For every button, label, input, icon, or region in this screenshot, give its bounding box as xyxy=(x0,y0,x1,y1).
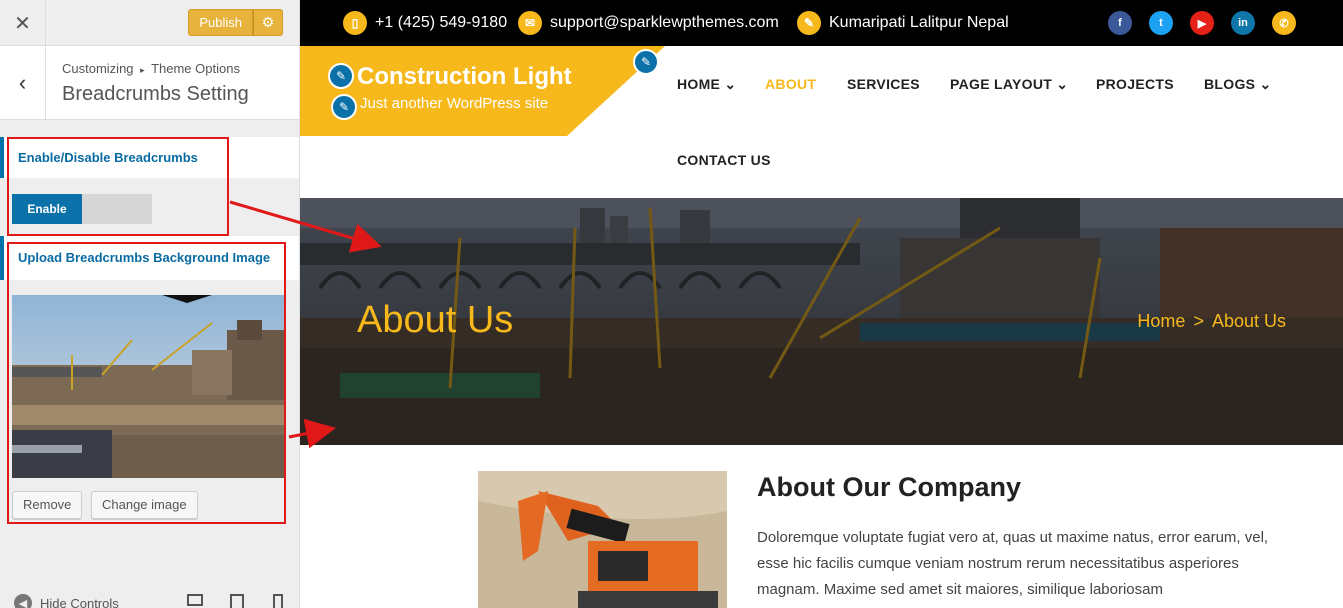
enable-breadcrumbs-label: Enable/Disable Breadcrumbs xyxy=(18,150,198,165)
customizer-footer: ◀ Hide Controls xyxy=(0,588,299,608)
topbar-address: ✎ Kumaripati Lalitpur Nepal xyxy=(797,11,1009,35)
youtube-icon[interactable]: ▶ xyxy=(1190,11,1214,35)
topbar-email[interactable]: ✉ support@sparklewpthemes.com xyxy=(518,11,779,35)
enable-breadcrumbs-control: Enable/Disable Breadcrumbs xyxy=(0,137,299,178)
nav-page-layout[interactable]: PAGE LAYOUT ⌄ xyxy=(950,76,1068,93)
banner-title: About Us xyxy=(357,299,514,341)
close-icon[interactable]: ✕ xyxy=(0,0,46,46)
facebook-icon[interactable]: f xyxy=(1108,11,1132,35)
chevron-down-icon: ⌄ xyxy=(1259,76,1272,92)
collapse-icon: ◀ xyxy=(14,594,32,608)
site-title[interactable]: Construction Light xyxy=(357,63,572,91)
phone-text: +1 (425) 549-9180 xyxy=(375,14,508,31)
nav-home[interactable]: HOME ⌄ xyxy=(677,76,736,93)
customizer-sidebar: ✕ Publish ⚙ ‹ Customizing ▸ Theme Option… xyxy=(0,0,300,608)
breadcrumb-separator: > xyxy=(1193,311,1204,331)
background-image-thumbnail[interactable] xyxy=(12,295,285,478)
edit-pencil-icon[interactable]: ✎ xyxy=(331,94,357,120)
chevron-down-icon: ⌄ xyxy=(1056,76,1069,92)
hide-controls-button[interactable]: ◀ Hide Controls xyxy=(14,594,119,608)
tablet-preview-icon[interactable] xyxy=(230,594,244,608)
topbar-phone[interactable]: ▯ +1 (425) 549-9180 xyxy=(343,11,507,35)
email-text: support@sparklewpthemes.com xyxy=(550,14,779,31)
mobile-preview-icon[interactable] xyxy=(273,594,283,608)
chevron-down-icon: ⌄ xyxy=(724,76,737,92)
linkedin-icon[interactable]: in xyxy=(1231,11,1255,35)
about-heading: About Our Company xyxy=(757,472,1021,502)
breadcrumb-current: About Us xyxy=(1211,311,1286,331)
top-bar: ▯ +1 (425) 549-9180 ✉ support@sparklewpt… xyxy=(300,0,1343,46)
toggle-enable-option[interactable]: Enable xyxy=(12,194,82,224)
pencil-icon: ✎ xyxy=(797,11,821,35)
enable-toggle[interactable]: Enable xyxy=(12,194,152,224)
nav-services[interactable]: SERVICES xyxy=(847,76,920,92)
nav-projects[interactable]: PROJECTS xyxy=(1096,76,1174,92)
customizer-breadcrumb: Customizing ▸ Theme Options xyxy=(62,61,240,76)
twitter-icon[interactable]: t xyxy=(1149,11,1173,35)
edit-pencil-icon[interactable]: ✎ xyxy=(328,63,354,89)
section-title: Breadcrumbs Setting xyxy=(62,83,249,105)
banner-breadcrumb: Home > About Us xyxy=(1137,311,1286,332)
branding-background xyxy=(300,46,665,136)
nav-contact[interactable]: CONTACT US xyxy=(677,152,771,168)
envelope-icon: ✉ xyxy=(518,11,542,35)
gear-icon[interactable]: ⚙ xyxy=(253,9,283,36)
about-body-text: Doloremque voluptate fugiat vero at, qua… xyxy=(757,529,1269,598)
change-image-button[interactable]: Change image xyxy=(91,491,198,519)
phone-icon[interactable]: ✆ xyxy=(1272,11,1296,35)
edit-pencil-icon[interactable]: ✎ xyxy=(633,49,659,75)
breadcrumb-home-link[interactable]: Home xyxy=(1137,311,1185,332)
breadcrumb-arrow-icon: ▸ xyxy=(140,65,145,75)
section-header: ‹ Customizing ▸ Theme Options Breadcrumb… xyxy=(0,46,299,120)
breadcrumb-root: Customizing xyxy=(62,61,134,76)
customizer-header: ✕ Publish ⚙ xyxy=(0,0,299,46)
site-tagline: Just another WordPress site xyxy=(360,95,549,112)
breadcrumb-section: Theme Options xyxy=(151,61,240,76)
nav-about[interactable]: ABOUT xyxy=(765,76,816,92)
publish-group: Publish ⚙ xyxy=(188,9,283,36)
remove-image-button[interactable]: Remove xyxy=(12,491,83,519)
address-text: Kumaripati Lalitpur Nepal xyxy=(829,14,1009,31)
breadcrumb-banner: About Us Home > About Us xyxy=(300,198,1343,445)
upload-background-label: Upload Breadcrumbs Background Image xyxy=(18,250,271,265)
nav-blogs[interactable]: BLOGS ⌄ xyxy=(1204,76,1272,93)
chevron-left-icon[interactable]: ‹ xyxy=(0,46,46,119)
site-branding[interactable]: Construction Light Just another WordPres… xyxy=(300,46,665,136)
site-preview: ▯ +1 (425) 549-9180 ✉ support@sparklewpt… xyxy=(300,0,1343,608)
mobile-phone-icon: ▯ xyxy=(343,11,367,35)
about-image xyxy=(478,471,727,608)
hide-controls-label: Hide Controls xyxy=(40,595,119,608)
upload-background-control: Upload Breadcrumbs Background Image xyxy=(0,236,299,280)
publish-button[interactable]: Publish xyxy=(188,9,253,36)
desktop-preview-icon[interactable] xyxy=(187,594,203,606)
